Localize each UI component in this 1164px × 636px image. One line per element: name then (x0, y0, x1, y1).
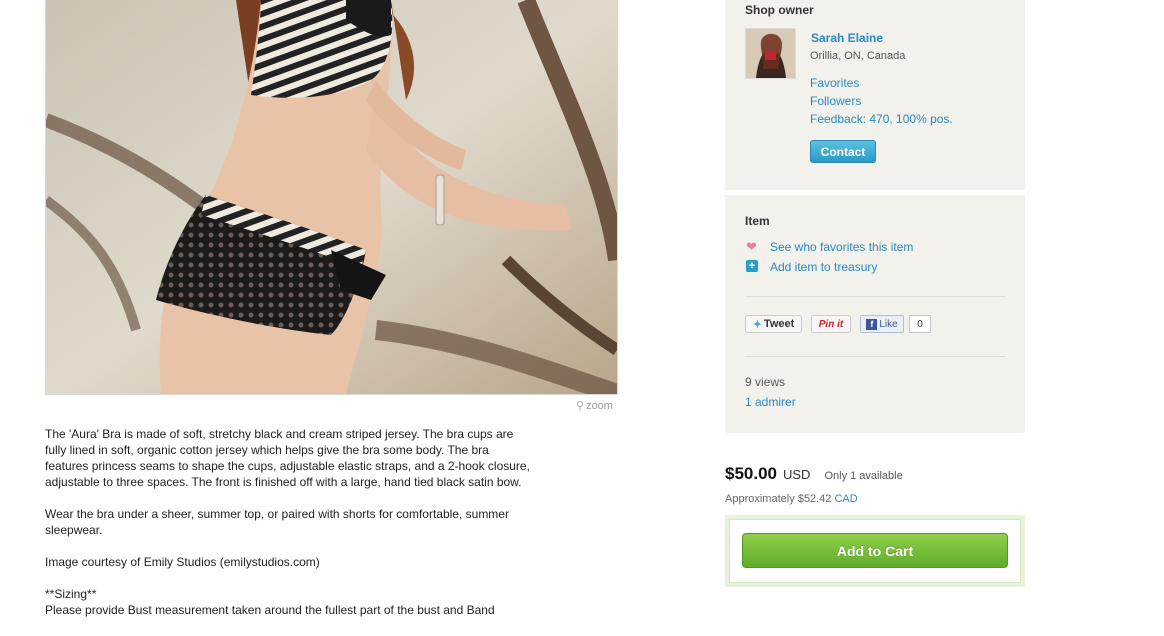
description-paragraph: Wear the bra under a sheer, summer top, … (45, 507, 509, 537)
product-photo[interactable] (45, 0, 618, 395)
plus-icon: + (746, 260, 758, 272)
add-to-cart-box: Add to Cart (725, 515, 1025, 587)
availability-text: Only 1 available (824, 470, 903, 482)
avatar-image (746, 29, 795, 78)
favorites-link[interactable]: Favorites (810, 76, 859, 90)
facebook-like-button[interactable]: f Like (860, 315, 904, 333)
twitter-bird-icon: ✦ (752, 318, 762, 331)
divider (745, 296, 1005, 297)
see-favorites-link[interactable]: See who favorites this item (770, 240, 913, 254)
add-to-cart-button[interactable]: Add to Cart (742, 533, 1008, 568)
item-description: The 'Aura' Bra is made of soft, stretchy… (45, 426, 535, 618)
zoom-link[interactable]: ⚲ zoom (576, 399, 613, 413)
description-paragraph: **Sizing** (45, 587, 97, 601)
magnifier-icon: ⚲ (576, 400, 585, 412)
add-to-cart-inner: Add to Cart (729, 519, 1021, 583)
zoom-label: zoom (586, 399, 613, 412)
tweet-button[interactable]: ✦ Tweet (745, 315, 802, 333)
admirer-link[interactable]: 1 admirer (745, 395, 796, 409)
avatar[interactable] (745, 28, 796, 79)
followers-link[interactable]: Followers (810, 94, 861, 108)
approx-price-text: Approximately $52.42 (725, 493, 832, 505)
price-currency: USD (783, 467, 811, 482)
owner-location: Orillia, ON, Canada (810, 50, 906, 62)
feedback-link[interactable]: Feedback: 470, 100% pos. (810, 112, 953, 126)
approx-price: Approximately $52.42 CAD (725, 493, 858, 505)
description-paragraph: Image courtesy of Emily Studios (emilyst… (45, 555, 320, 569)
divider (745, 356, 1005, 357)
contact-button[interactable]: Contact (810, 140, 876, 163)
description-paragraph: Please provide Bust measurement taken ar… (45, 603, 495, 617)
currency-switch-link[interactable]: CAD (834, 493, 857, 505)
item-panel: Item ❤ See who favorites this item + Add… (725, 195, 1025, 433)
heart-icon: ❤ (746, 239, 757, 254)
facebook-icon: f (866, 318, 878, 330)
pin-it-button[interactable]: Pin it (811, 315, 851, 333)
description-paragraph: The 'Aura' Bra is made of soft, stretchy… (45, 427, 530, 489)
like-label: Like (879, 318, 898, 330)
item-heading: Item (745, 214, 770, 228)
product-photo-illustration (46, 0, 617, 394)
shop-owner-panel: Shop owner Sarah Elaine Orillia, ON, Can… (725, 0, 1025, 190)
owner-name-link[interactable]: Sarah Elaine (811, 31, 883, 45)
shop-owner-heading: Shop owner (745, 3, 814, 17)
like-count: 0 (909, 315, 931, 333)
price-row: $50.00 USD Only 1 available (725, 464, 903, 484)
tweet-label: Tweet (763, 318, 795, 330)
views-count: 9 views (745, 375, 786, 389)
add-to-treasury-link[interactable]: Add item to treasury (770, 260, 877, 274)
price-amount: $50.00 (725, 464, 777, 483)
